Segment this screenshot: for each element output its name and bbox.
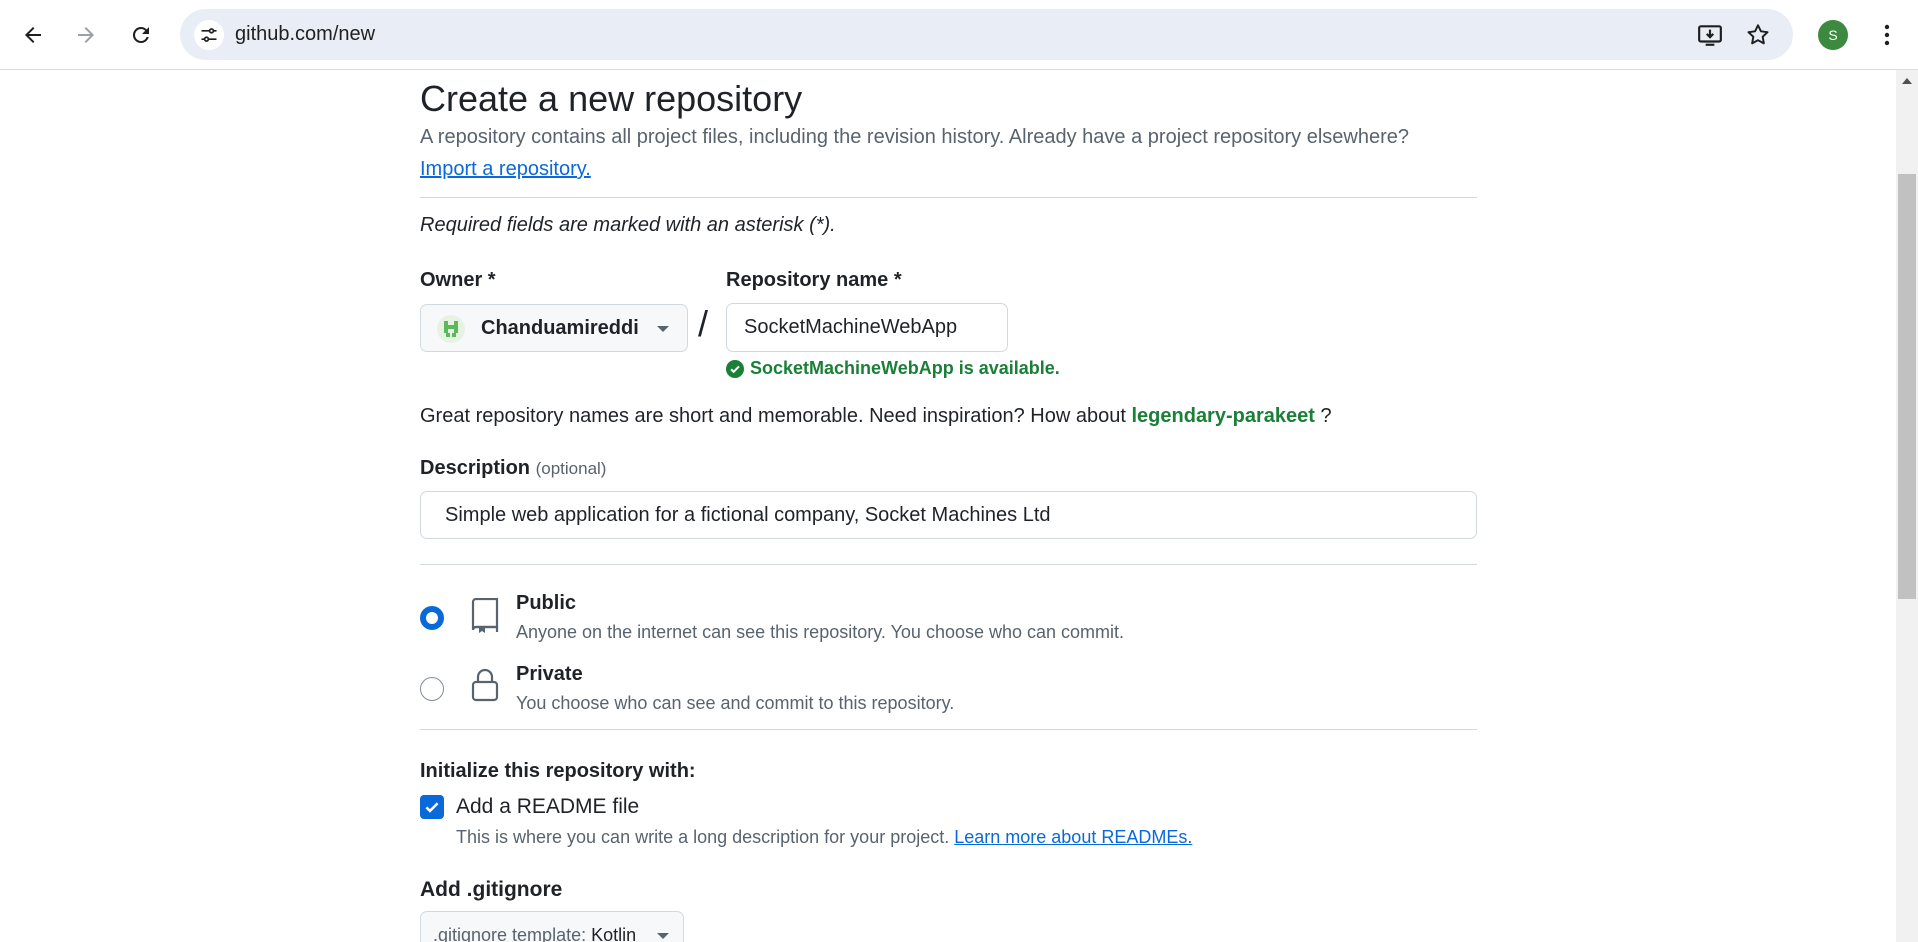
name-suggestion: Great repository names are short and mem…	[420, 405, 1332, 428]
private-description: You choose who can see and commit to thi…	[516, 693, 955, 713]
public-description: Anyone on the internet can see this repo…	[516, 622, 1125, 642]
browser-toolbar: github.com/new S	[0, 0, 1918, 70]
install-app-icon[interactable]	[1696, 21, 1724, 49]
back-button[interactable]	[13, 15, 53, 55]
gitignore-value: Kotlin	[591, 925, 637, 942]
profile-avatar[interactable]: S	[1818, 20, 1848, 50]
bookmark-star-icon[interactable]	[1744, 21, 1772, 49]
gitignore-heading: Add .gitignore	[420, 878, 563, 901]
readme-description-text: This is where you can write a long descr…	[456, 827, 955, 847]
repo-book-icon	[471, 598, 499, 633]
owner-dropdown[interactable]: Chanduamireddi	[420, 304, 688, 352]
page-title: Create a new repository	[420, 78, 803, 119]
chevron-down-icon	[657, 326, 669, 332]
suggestion-suffix: ?	[1314, 405, 1332, 427]
description-input[interactable]: Simple web application for a fictional c…	[420, 491, 1477, 539]
readme-description: This is where you can write a long descr…	[456, 827, 1192, 848]
radio-private[interactable]	[420, 677, 444, 701]
reload-button[interactable]	[121, 15, 161, 55]
page-scrollbar[interactable]	[1896, 70, 1918, 942]
site-info-icon[interactable]	[194, 20, 224, 50]
suggested-name-link[interactable]: legendary-parakeet	[1131, 405, 1314, 427]
gitignore-prefix: .gitignore template:	[433, 925, 592, 942]
availability-text: SocketMachineWebApp is available.	[750, 358, 1060, 378]
divider	[420, 197, 1477, 198]
owner-repo-separator: /	[698, 303, 709, 344]
repo-name-input[interactable]: SocketMachineWebApp	[726, 303, 1008, 352]
initialize-heading: Initialize this repository with:	[420, 760, 696, 782]
gitignore-template-dropdown[interactable]: .gitignore template: Kotlin	[420, 911, 684, 942]
owner-name: Chanduamireddi	[481, 317, 639, 339]
back-arrow-icon	[25, 27, 41, 43]
divider	[420, 729, 1477, 730]
check-circle-icon	[726, 359, 744, 378]
suggestion-text: Great repository names are short and mem…	[420, 405, 1132, 427]
intro-text: A repository contains all project files,…	[420, 126, 1410, 148]
forward-arrow-icon	[78, 27, 94, 43]
forward-button[interactable]	[66, 15, 106, 55]
url-text[interactable]: github.com/new	[235, 9, 375, 60]
description-label: Description (optional)	[420, 457, 606, 480]
public-title[interactable]: Public	[516, 592, 576, 615]
availability-message: SocketMachineWebApp is available.	[726, 358, 1060, 379]
repo-name-label: Repository name *	[726, 269, 902, 291]
description-label-text: Description	[420, 457, 531, 479]
radio-public[interactable]	[420, 606, 444, 630]
optional-tag: (optional)	[535, 459, 607, 478]
owner-avatar	[437, 315, 465, 343]
owner-label: Owner *	[420, 269, 496, 291]
learn-more-readmes-link[interactable]: Learn more about READMEs.	[954, 827, 1192, 847]
chevron-down-icon	[657, 933, 669, 939]
readme-label[interactable]: Add a README file	[456, 795, 639, 819]
scroll-thumb[interactable]	[1898, 174, 1916, 599]
private-title[interactable]: Private	[516, 663, 583, 686]
required-fields-note: Required fields are marked with an aster…	[420, 214, 836, 236]
lock-icon	[471, 668, 499, 702]
gitignore-select-text: .gitignore template: Kotlin	[433, 912, 636, 942]
scroll-up-arrow-icon[interactable]	[1902, 78, 1912, 84]
address-bar[interactable]: github.com/new	[180, 9, 1793, 60]
import-repository-link[interactable]: Import a repository.	[420, 158, 591, 181]
checkmark-icon	[425, 802, 439, 813]
readme-checkbox[interactable]	[420, 795, 444, 819]
divider	[420, 564, 1477, 565]
more-vert-icon[interactable]	[1872, 18, 1902, 52]
reload-icon	[132, 26, 149, 43]
